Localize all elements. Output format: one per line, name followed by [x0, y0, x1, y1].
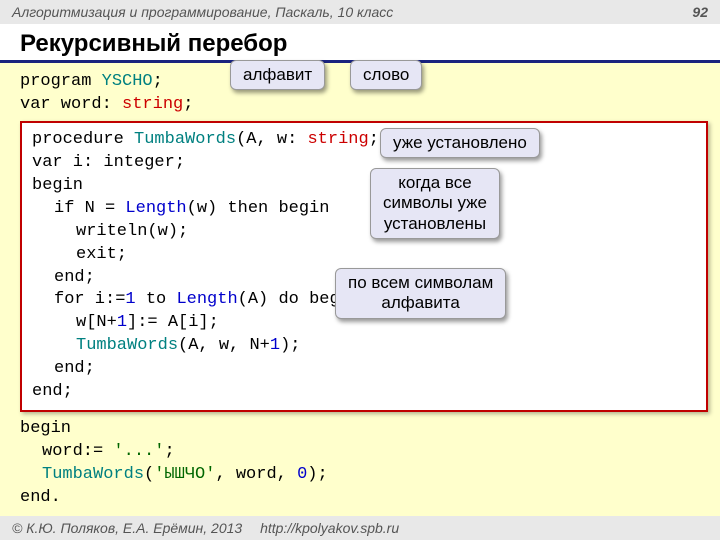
code-line: var i: integer;	[32, 152, 696, 175]
code-line: TumbaWords('ЫШЧО', word, 0);	[20, 464, 708, 487]
page-footer: © К.Ю. Поляков, Е.А. Ерёмин, 2013 http:/…	[0, 516, 720, 540]
code-line: begin	[20, 418, 708, 441]
copyright: © К.Ю. Поляков, Е.А. Ерёмин, 2013	[12, 520, 242, 536]
code-line: begin	[32, 175, 696, 198]
callout-when-all: когда все символы уже установлены	[370, 168, 500, 239]
code-line: writeln(w);	[32, 221, 696, 244]
callout-word: слово	[350, 60, 422, 90]
procedure-block: procedure TumbaWords(A, w: string; N: in…	[20, 121, 708, 412]
footer-link[interactable]: http://kpolyakov.spb.ru	[260, 520, 399, 536]
code-line: end;	[32, 381, 696, 404]
course-label: Алгоритмизация и программирование, Паска…	[12, 4, 393, 20]
code-line: exit;	[32, 244, 696, 267]
code-line: word:= '...';	[20, 441, 708, 464]
code-line: if N = Length(w) then begin	[32, 198, 696, 221]
callout-over-all: по всем символам алфавита	[335, 268, 506, 319]
page-title: Рекурсивный перебор	[0, 24, 720, 60]
code-line: end.	[20, 487, 708, 510]
page-header: Алгоритмизация и программирование, Паска…	[0, 0, 720, 24]
code-line: TumbaWords(A, w, N+1);	[32, 335, 696, 358]
code-line: end;	[32, 358, 696, 381]
callout-alphabet: алфавит	[230, 60, 325, 90]
callout-already-set: уже установлено	[380, 128, 540, 158]
page-number: 92	[692, 4, 708, 20]
code-line: procedure TumbaWords(A, w: string; N: in…	[32, 129, 696, 152]
code-line: var word: string;	[20, 94, 708, 117]
